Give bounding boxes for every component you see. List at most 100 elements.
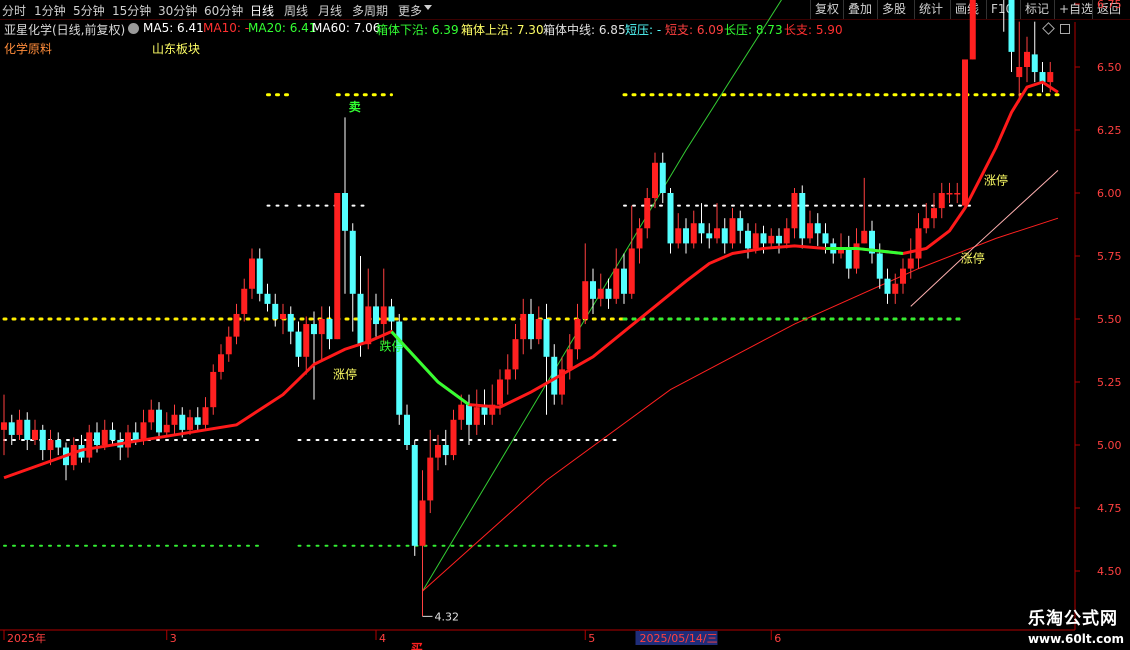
candle-body	[47, 439, 54, 451]
candle-body	[280, 313, 286, 319]
candle-body	[458, 404, 465, 420]
candle-body	[32, 429, 38, 440]
candle-body	[721, 228, 728, 244]
watermark-url: www.60lt.com	[1027, 632, 1124, 646]
candle	[233, 303, 240, 345]
candle-body	[303, 324, 310, 357]
candle-body	[528, 313, 534, 340]
candle-body	[16, 419, 23, 435]
candle-body	[272, 303, 279, 319]
candle	[373, 293, 379, 337]
limit-label: 涨停	[961, 250, 985, 265]
candle	[365, 268, 372, 350]
candle	[1008, 0, 1015, 73]
candle-body	[171, 414, 178, 425]
candle-body	[698, 223, 705, 234]
candle	[334, 193, 341, 340]
ma-line-down-segment	[825, 246, 904, 255]
candle-body	[706, 233, 713, 239]
candle	[954, 182, 961, 204]
y-tick-label: 6.00	[1097, 187, 1122, 200]
y-tick-label: 5.25	[1097, 376, 1122, 389]
candle-body	[1, 422, 7, 430]
candle-body	[551, 356, 558, 395]
candle	[543, 303, 550, 415]
candle-body	[365, 306, 372, 345]
candle	[388, 298, 395, 332]
candle	[512, 324, 519, 380]
candle	[318, 306, 325, 362]
candle-body	[86, 432, 93, 458]
candle-body	[760, 233, 767, 244]
candle	[272, 293, 279, 327]
candle	[659, 152, 666, 204]
candle-body	[900, 268, 906, 284]
candle	[729, 208, 736, 249]
candle	[721, 218, 728, 254]
candlestick-chart: 4.50 4.75 5.00 5.25 5.50 5.75 6.00 6.25 6.50 6.75…	[0, 0, 1122, 650]
candle-body	[969, 0, 976, 60]
candle-body	[311, 324, 317, 335]
price-note: 4.32	[435, 610, 460, 623]
candle-body	[24, 419, 31, 440]
candle-body	[156, 409, 162, 433]
limit-label: 涨停	[333, 366, 357, 381]
y-tick-label: 5.00	[1097, 439, 1122, 452]
candle	[915, 213, 922, 269]
candle	[225, 326, 232, 362]
candle-body	[326, 319, 333, 340]
candle-body	[1024, 51, 1030, 67]
candle-body	[962, 59, 968, 206]
candle	[574, 303, 581, 360]
candle-body	[582, 281, 589, 319]
candle-body	[125, 432, 131, 448]
candle-body	[473, 407, 480, 425]
y-tick-label: 5.75	[1097, 250, 1122, 263]
candle	[303, 316, 310, 375]
candle-body	[466, 404, 472, 425]
candle	[24, 412, 31, 451]
candle-body	[256, 258, 263, 294]
candle	[442, 429, 449, 466]
candle	[241, 278, 248, 322]
candle	[194, 407, 201, 433]
candle-body	[210, 371, 217, 408]
candle-body	[497, 379, 503, 405]
candle-body	[597, 288, 604, 299]
candle-body	[652, 162, 658, 199]
candle	[489, 384, 496, 425]
limit-label: 跌停	[379, 339, 403, 354]
candle-body	[411, 445, 418, 546]
candle-body	[946, 193, 953, 195]
y-tick-label: 4.75	[1097, 502, 1122, 515]
candle	[652, 152, 658, 209]
ma-long-line	[910, 169, 1059, 307]
candle-body	[373, 306, 379, 325]
candle	[675, 213, 682, 249]
candle	[357, 256, 364, 357]
candle	[830, 238, 837, 264]
candle-body	[450, 419, 457, 456]
candle	[799, 185, 806, 249]
candle-body	[605, 288, 612, 299]
candle	[1039, 61, 1046, 93]
candle-body	[101, 429, 108, 445]
candle	[342, 117, 348, 294]
y-tick-label: 6.25	[1097, 124, 1122, 137]
y-tick-label: 6.75	[1097, 0, 1122, 11]
candle-body	[752, 233, 759, 249]
candle-body	[636, 228, 643, 249]
candle-body	[225, 336, 232, 355]
candle-body	[644, 198, 651, 229]
candle	[287, 306, 294, 345]
watermark-title: 乐淘公式网	[1027, 609, 1118, 629]
candle-body	[404, 414, 410, 445]
candle-body	[194, 417, 201, 425]
candle-body	[512, 339, 519, 370]
candle-body	[845, 248, 852, 269]
candle	[969, 0, 976, 60]
candle	[683, 218, 689, 254]
candle	[63, 442, 69, 481]
candle	[551, 344, 558, 405]
candle-body	[791, 193, 798, 229]
